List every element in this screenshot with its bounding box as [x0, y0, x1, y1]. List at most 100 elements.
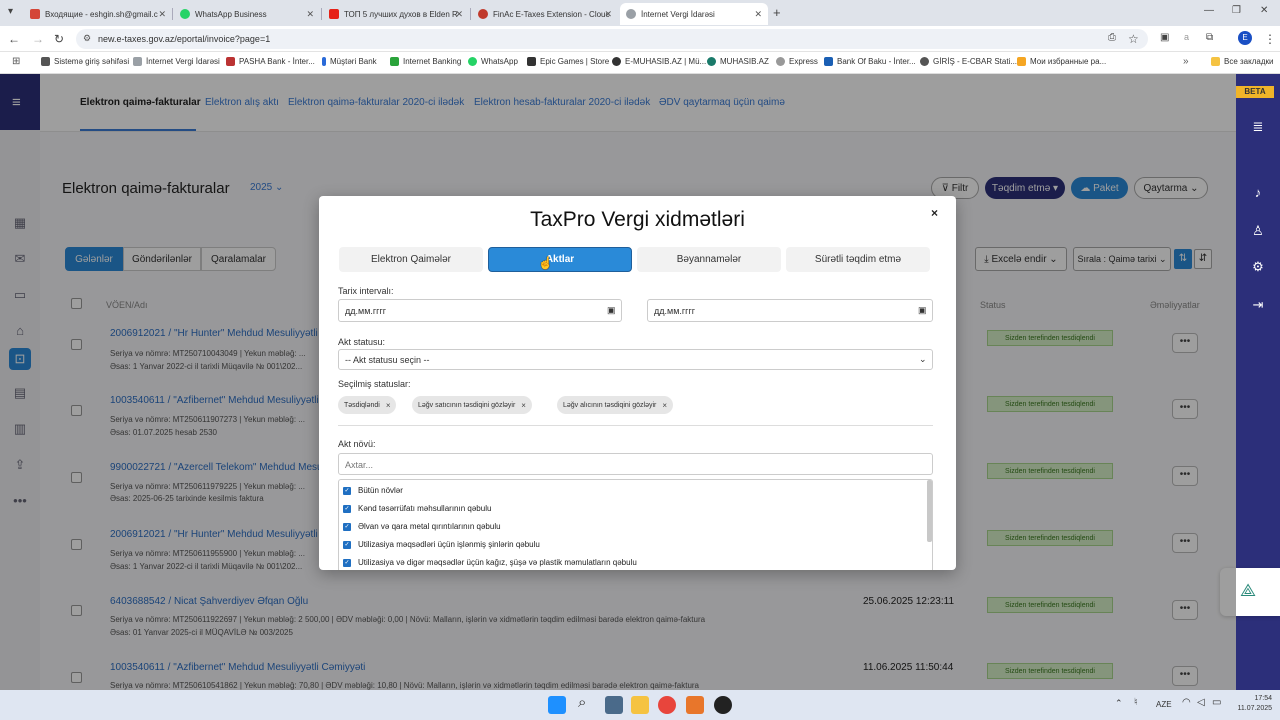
tab-title: WhatsApp Business	[195, 9, 267, 19]
url-text: new.e-taxes.gov.az/eportal/invoice?page=…	[98, 34, 271, 44]
chevron-right-icon[interactable]: »	[1183, 56, 1189, 67]
url-input[interactable]: ⚙ new.e-taxes.gov.az/eportal/invoice?pag…	[76, 29, 1148, 49]
extension-icon[interactable]: a	[1184, 32, 1189, 42]
date-to-input[interactable]: дд.мм.гггг ▣	[647, 299, 933, 322]
checkbox-checked-icon[interactable]: ✓	[343, 504, 351, 513]
menu-icon[interactable]: ⋮	[1264, 32, 1276, 46]
close-icon[interactable]: ✕	[754, 9, 762, 20]
checkbox-checked-icon[interactable]: ✓	[343, 486, 351, 495]
bookmark[interactable]: PASHA Bank - İnter...	[226, 57, 315, 66]
close-icon[interactable]: ×	[931, 206, 938, 220]
chrome-icon[interactable]	[658, 696, 676, 714]
status-chip: Təsdiqləndi ×	[338, 396, 397, 414]
puzzle-icon[interactable]: ⧉	[1206, 32, 1213, 43]
1c-icon[interactable]	[686, 696, 704, 714]
minimize-icon[interactable]: —	[1204, 5, 1214, 16]
tab-title: ТОП 5 лучших духов в Elden R	[344, 9, 458, 19]
new-tab-icon[interactable]: +	[773, 5, 781, 20]
close-icon[interactable]: ✕	[604, 9, 612, 20]
install-icon[interactable]: ⎙	[1108, 32, 1116, 43]
chevron-up-icon[interactable]: ⌃	[1115, 698, 1123, 709]
language-indicator[interactable]: AZE	[1156, 700, 1172, 709]
search-icon[interactable]: ⌕	[578, 694, 586, 711]
bookmark[interactable]: Express	[776, 57, 818, 66]
bookmark-icon	[527, 57, 536, 66]
microphone-icon[interactable]: ♮	[1134, 697, 1138, 708]
bookmark[interactable]: GİRİŞ - E-CBAR Stati...	[920, 57, 1017, 66]
tab-electronic-invoices[interactable]: Elektron Qaimələr	[339, 247, 483, 272]
star-icon[interactable]: ☆	[1128, 32, 1139, 46]
act-type-option[interactable]: ✓ Kənd təsərrüfatı məhsullarının qəbulu	[343, 504, 491, 513]
address-bar: ← → ↻ ⚙ new.e-taxes.gov.az/eportal/invoi…	[0, 26, 1280, 52]
tab-search-icon[interactable]: ▾	[8, 6, 13, 17]
list-icon[interactable]: ≣	[1249, 118, 1267, 136]
app-icon[interactable]	[714, 696, 732, 714]
bell-icon[interactable]: ♪	[1249, 184, 1267, 202]
act-type-option[interactable]: ✓ Bütün növlər	[343, 486, 403, 495]
act-status-select[interactable]: -- Akt statusu seçin -- ⌄	[338, 349, 933, 370]
logout-icon[interactable]: ⇥	[1249, 296, 1267, 314]
back-icon[interactable]: ←	[8, 32, 20, 46]
start-icon[interactable]	[548, 696, 566, 714]
close-icon[interactable]: ✕	[158, 9, 166, 20]
close-window-icon[interactable]: ✕	[1260, 5, 1268, 16]
bookmark[interactable]: Мои избранные ра...	[1017, 57, 1106, 66]
forward-icon[interactable]: →	[32, 32, 44, 46]
site-info-icon[interactable]: ⚙	[83, 33, 91, 44]
browser-tab-active[interactable]: İnternet Vergi İdarəsi ✕	[620, 3, 768, 25]
apps-icon[interactable]: ⊞	[12, 56, 20, 67]
user-icon[interactable]: ♙	[1249, 222, 1267, 240]
maximize-icon[interactable]: ❐	[1232, 5, 1241, 16]
act-type-option[interactable]: ✓ Əlvan və qara metal qırıntılarının qəbu…	[343, 522, 501, 531]
extension-icon[interactable]: ▣	[1160, 32, 1169, 43]
bookmark[interactable]: Internet Banking	[390, 57, 461, 66]
calendar-icon[interactable]: ▣	[607, 305, 616, 316]
browser-tab[interactable]: FinAc E-Taxes Extension - Clouc ✕	[472, 3, 618, 25]
wifi-icon[interactable]: ◠	[1182, 697, 1191, 708]
act-type-search[interactable]: Axtar...	[338, 453, 933, 475]
chevron-down-icon: ⌄	[919, 354, 927, 364]
bookmark[interactable]: İnternet Vergi İdarəsi	[133, 57, 220, 66]
bookmark[interactable]: Epic Games | Store	[527, 57, 609, 66]
remove-chip-icon[interactable]: ×	[521, 401, 526, 410]
browser-tab[interactable]: Входящие - eshgin.sh@gmail.c ✕	[24, 3, 172, 25]
bookmark[interactable]: E-MUHASIB.AZ | Mü...	[612, 57, 706, 66]
browser-tab[interactable]: WhatsApp Business ✕	[174, 3, 320, 25]
volume-icon[interactable]: ◁	[1197, 697, 1205, 708]
calendar-icon[interactable]: ▣	[918, 305, 927, 316]
scrollbar[interactable]	[927, 480, 932, 542]
all-bookmarks[interactable]: Все закладки	[1211, 57, 1273, 66]
date-from-input[interactable]: дд.мм.гггг ▣	[338, 299, 622, 322]
act-type-option[interactable]: ✓ Utilizasiya və digər məqsədlər üçün kağ…	[343, 558, 637, 567]
gear-icon[interactable]: ⚙	[1249, 258, 1267, 276]
bookmark[interactable]: Sistemə giriş səhifəsi	[41, 57, 129, 66]
bookmark-icon	[133, 57, 142, 66]
close-icon[interactable]: ✕	[455, 9, 463, 20]
tab-quick-submit[interactable]: Sürətli təqdim etmə	[786, 247, 930, 272]
act-type-option[interactable]: ✓ Utilizasiya məqsədləri üçün işlənmiş şi…	[343, 540, 540, 549]
explorer-icon[interactable]	[631, 696, 649, 714]
bookmark[interactable]: Müştəri Bank	[322, 57, 377, 66]
checkbox-checked-icon[interactable]: ✓	[343, 540, 351, 549]
remove-chip-icon[interactable]: ×	[662, 401, 667, 410]
calculator-app-icon[interactable]	[605, 696, 623, 714]
modal-title: TaxPro Vergi xidmətləri	[530, 208, 745, 231]
bookmark[interactable]: WhatsApp	[468, 57, 518, 66]
battery-icon[interactable]: ▭	[1212, 697, 1221, 708]
remove-chip-icon[interactable]: ×	[386, 401, 391, 410]
divider	[338, 425, 933, 426]
checkbox-checked-icon[interactable]: ✓	[343, 558, 351, 567]
extension-icon	[478, 9, 488, 19]
bookmark[interactable]: MUHASIB.AZ	[707, 57, 769, 66]
checkbox-checked-icon[interactable]: ✓	[343, 522, 351, 531]
close-icon[interactable]: ✕	[306, 9, 314, 20]
clock[interactable]: 17:54 11.07.2025	[1232, 694, 1272, 714]
bookmark[interactable]: Bank Of Baku - İnter...	[824, 57, 916, 66]
tab-declarations[interactable]: Bəyannamələr	[637, 247, 781, 272]
reload-icon[interactable]: ↻	[54, 32, 64, 46]
tab-title: FinAc E-Taxes Extension - Clouc	[493, 9, 610, 19]
cursor-icon: ☝	[538, 256, 553, 270]
tab-acts[interactable]: Aktlar	[488, 247, 632, 272]
profile-avatar[interactable]: E	[1238, 31, 1252, 45]
browser-tab[interactable]: ТОП 5 лучших духов в Elden R ✕	[323, 3, 469, 25]
